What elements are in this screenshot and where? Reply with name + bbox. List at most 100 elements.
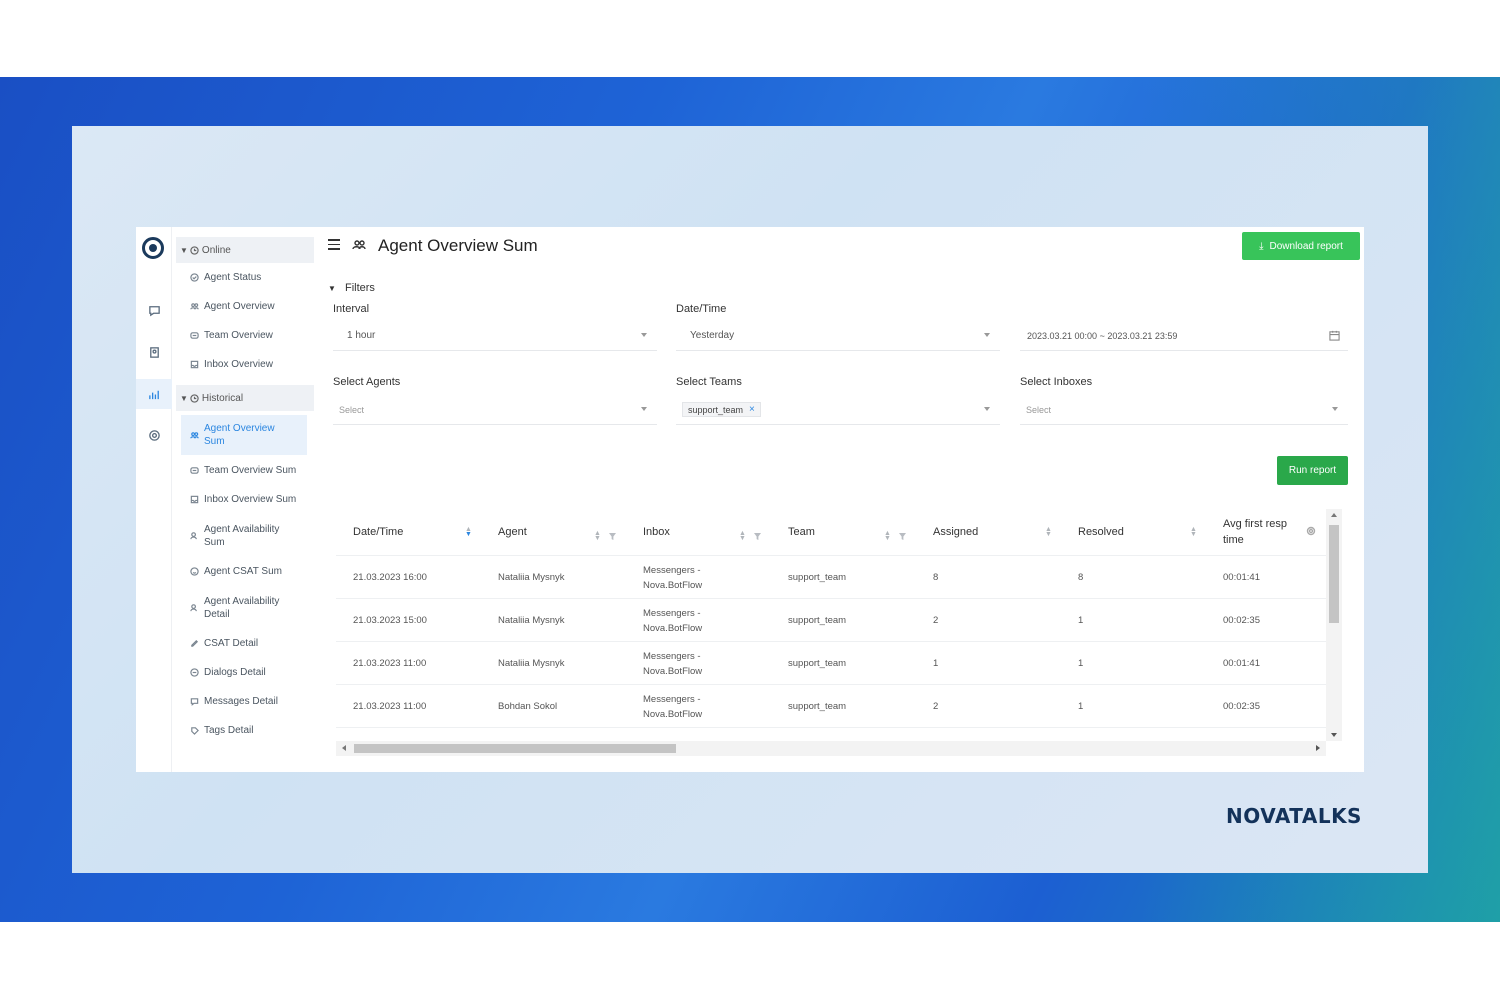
interval-select[interactable]: 1 hour bbox=[333, 321, 657, 351]
cell-inbox-line1: Messengers - bbox=[643, 650, 701, 662]
menu-item-agent-overview-sum[interactable]: Agent Overview Sum bbox=[181, 415, 307, 455]
menu-item-team-overview[interactable]: Team Overview bbox=[176, 321, 314, 350]
filter-icon[interactable] bbox=[608, 527, 616, 545]
column-header-datetime[interactable]: Date/Time bbox=[353, 509, 483, 555]
column-header-assigned[interactable]: Assigned bbox=[933, 509, 1063, 555]
menu-item-team-overview-sum[interactable]: Team Overview Sum bbox=[176, 455, 314, 485]
team-tag-label: support_team bbox=[688, 404, 744, 415]
filters-toggle[interactable]: ▼ Filters bbox=[328, 282, 375, 294]
cell-assigned: 2 bbox=[933, 615, 939, 626]
table-row[interactable]: 21.03.2023 11:00 Nataliia Mysnyk Messenger… bbox=[336, 641, 1326, 684]
menu-item-label: Dialogs Detail bbox=[204, 667, 266, 678]
date-range-value: 2023.03.21 00:00 ~ 2023.03.21 23:59 bbox=[1027, 330, 1178, 341]
remove-tag-icon[interactable]: × bbox=[749, 404, 755, 415]
menu-item-label: Team Overview bbox=[204, 330, 273, 341]
team-header-controls: ▲ ▼ bbox=[884, 527, 906, 545]
menu-group-online[interactable]: ▼ Online bbox=[176, 237, 314, 263]
vertical-scroll-thumb[interactable] bbox=[1329, 525, 1339, 623]
scroll-left-arrow-icon[interactable] bbox=[342, 745, 346, 751]
menu-group-historical[interactable]: ▼ Historical bbox=[176, 385, 314, 411]
cell-inbox-line2: Nova.BotFlow bbox=[643, 622, 703, 634]
chevron-down-icon bbox=[641, 333, 647, 337]
cell-resolved: 1 bbox=[1078, 658, 1084, 669]
cell-inbox-line2: Nova.BotFlow bbox=[643, 665, 703, 677]
cell-resolved: 1 bbox=[1078, 701, 1084, 712]
sort-icon[interactable]: ▲ ▼ bbox=[884, 530, 891, 542]
cell-inbox-line1: Messengers - bbox=[643, 564, 701, 576]
menu-item-messages-detail[interactable]: Messages Detail bbox=[176, 687, 314, 716]
date-range-picker[interactable]: 2023.03.21 00:00 ~ 2023.03.21 23:59 bbox=[1020, 321, 1348, 351]
menu-item-label: Tags Detail bbox=[204, 725, 254, 736]
cell-inbox-line2: Nova.BotFlow bbox=[643, 708, 703, 720]
menu-item-agent-availability-detail[interactable]: Agent Availability Detail bbox=[176, 586, 314, 629]
contacts-nav-icon[interactable] bbox=[136, 337, 172, 367]
table-row[interactable]: 21.03.2023 16:00 Nataliia Mysnyk Messenger… bbox=[336, 555, 1326, 598]
page-title: Agent Overview Sum bbox=[378, 236, 538, 255]
scroll-right-arrow-icon[interactable] bbox=[1316, 745, 1320, 751]
sort-icon[interactable]: ▲ ▼ bbox=[739, 530, 746, 542]
settings-nav-icon[interactable] bbox=[136, 420, 172, 450]
menu-item-inbox-overview-sum[interactable]: Inbox Overview Sum bbox=[176, 485, 314, 514]
menu-item-agent-availability-sum[interactable]: Agent Availability Sum bbox=[176, 514, 314, 557]
teams-select[interactable]: support_team × bbox=[676, 395, 1000, 425]
column-header-avg-first-resp[interactable]: Avg first resp time bbox=[1223, 509, 1291, 555]
filter-icon[interactable] bbox=[898, 527, 906, 545]
cell-team: support_team bbox=[788, 615, 847, 626]
sort-icon[interactable]: ▲ ▼ bbox=[1045, 526, 1052, 538]
cell-inbox: Messengers - Nova.BotFlow bbox=[643, 599, 702, 642]
menu-item-tags-detail[interactable]: Tags Detail bbox=[176, 716, 314, 745]
agents-select[interactable]: Select bbox=[333, 395, 657, 425]
filters-heading: Filters bbox=[344, 282, 375, 294]
table-row[interactable]: 21.03.2023 11:00 Bohdan Sokol Messengers -… bbox=[336, 684, 1326, 727]
menu-item-agent-status[interactable]: Agent Status bbox=[176, 263, 314, 292]
cell-agent: Bohdan Sokol bbox=[498, 701, 558, 712]
sort-icon[interactable]: ▲ ▼ bbox=[465, 526, 472, 538]
datetime-preset-value: Yesterday bbox=[690, 330, 735, 341]
sort-icon[interactable]: ▲ ▼ bbox=[1190, 526, 1197, 538]
reports-nav-icon[interactable] bbox=[136, 379, 172, 409]
column-header-resolved[interactable]: Resolved bbox=[1078, 509, 1208, 555]
hamburger-menu-icon[interactable] bbox=[328, 239, 340, 250]
filter-icon[interactable] bbox=[753, 527, 761, 545]
app-logo[interactable] bbox=[142, 237, 164, 259]
column-header-label: Assigned bbox=[933, 526, 979, 538]
table-row[interactable]: 21.03.2023 15:00 Nataliia Mysnyk Messenger… bbox=[336, 598, 1326, 641]
datetime-preset-select[interactable]: Yesterday bbox=[676, 321, 1000, 351]
download-icon: ⤓ bbox=[1259, 240, 1264, 252]
chat-nav-icon[interactable] bbox=[136, 295, 172, 325]
menu-item-label: Agent Overview Sum bbox=[204, 423, 275, 447]
horizontal-scroll-thumb[interactable] bbox=[354, 744, 676, 753]
menu-item-inbox-overview[interactable]: Inbox Overview bbox=[176, 350, 314, 379]
vertical-scrollbar[interactable] bbox=[1326, 509, 1342, 741]
check-circle-icon bbox=[190, 273, 199, 282]
menu-item-agent-csat-sum[interactable]: Agent CSAT Sum bbox=[176, 557, 314, 586]
team-icon bbox=[190, 332, 199, 339]
horizontal-scrollbar[interactable] bbox=[336, 741, 1326, 756]
agent-header-controls: ▲ ▼ bbox=[594, 527, 616, 545]
sort-icon[interactable]: ▲ ▼ bbox=[594, 530, 601, 542]
menu-item-dialogs-detail[interactable]: Dialogs Detail bbox=[176, 658, 314, 687]
tag-icon bbox=[191, 727, 199, 735]
inboxes-select[interactable]: Select bbox=[1020, 395, 1348, 425]
history-icon bbox=[190, 393, 199, 403]
team-icon bbox=[190, 466, 199, 474]
availability-icon bbox=[190, 532, 197, 540]
cell-team: support_team bbox=[788, 572, 847, 583]
menu-item-label: Agent Availability Detail bbox=[204, 595, 280, 620]
download-report-button[interactable]: ⤓ Download report bbox=[1242, 232, 1360, 260]
report-table: Date/Time ▲ ▼ Agent ▲ ▼ Inbox ▲ ▼ Team ▲… bbox=[336, 509, 1326, 741]
table-row[interactable]: Messengers - bbox=[336, 727, 1326, 741]
column-settings-gear-icon[interactable] bbox=[1306, 523, 1316, 536]
clock-icon bbox=[190, 245, 199, 255]
smile-icon bbox=[190, 567, 199, 576]
agents-label: Select Agents bbox=[333, 376, 401, 388]
scroll-down-arrow-icon[interactable] bbox=[1331, 733, 1337, 737]
column-header-label: Agent bbox=[498, 526, 527, 538]
menu-item-csat-detail[interactable]: CSAT Detail bbox=[176, 629, 314, 658]
inbox-icon bbox=[190, 495, 199, 504]
menu-item-agent-overview[interactable]: Agent Overview bbox=[176, 292, 314, 321]
run-report-button[interactable]: Run report bbox=[1277, 456, 1348, 485]
scroll-up-arrow-icon[interactable] bbox=[1331, 513, 1337, 517]
teams-label: Select Teams bbox=[676, 376, 742, 388]
cell-inbox: Messengers - bbox=[643, 728, 701, 741]
